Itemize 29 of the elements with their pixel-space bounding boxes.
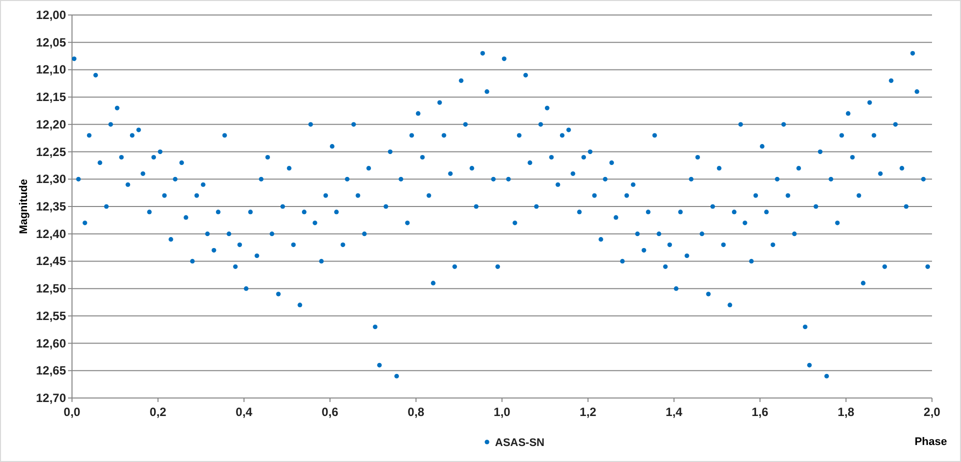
legend-label: ASAS-SN (495, 437, 545, 449)
axis-tick-label: 12,65 (36, 364, 66, 378)
axis-tick-label: 12,15 (36, 90, 66, 104)
axis-tick-label: 2,0 (924, 405, 940, 419)
axis-tick-label: 12,00 (36, 8, 66, 22)
axis-tick-label: 1,8 (838, 405, 854, 419)
axis-tick-label: 12,05 (36, 35, 66, 50)
axis-tick-label: 12,40 (36, 226, 66, 241)
axis-tick-label: 0,6 (322, 405, 338, 419)
axis-tick-label: 12,70 (36, 391, 66, 405)
axis-tick-label: 0,8 (408, 405, 424, 419)
axis-tick-label: 1,6 (752, 405, 768, 419)
axis-title: Phase (914, 436, 947, 448)
axis-tick-label: 12,60 (36, 336, 66, 350)
axis-tick-label: 12,45 (36, 254, 66, 268)
axis-tick-label: 12,20 (36, 117, 66, 132)
axis-tick-label: 0,4 (236, 405, 252, 419)
axis-title: Magnitude (18, 179, 30, 234)
axis-tick-label: 1,4 (666, 405, 682, 419)
axis-tick-label: 12,35 (36, 200, 66, 214)
axis-tick-label: 12,30 (36, 172, 66, 186)
axis-tick-label: 12,55 (36, 308, 66, 323)
axis-tick-label: 1,2 (580, 405, 596, 419)
axis-tick-label: 0,2 (150, 405, 166, 419)
axis-tick-label: 12,10 (36, 62, 66, 77)
axis-tick-label: 12,25 (36, 144, 66, 159)
axis-tick-label: 12,50 (36, 282, 66, 296)
axis-tick-label: 1,0 (494, 405, 510, 419)
axis-tick-label: 0,0 (64, 405, 80, 419)
